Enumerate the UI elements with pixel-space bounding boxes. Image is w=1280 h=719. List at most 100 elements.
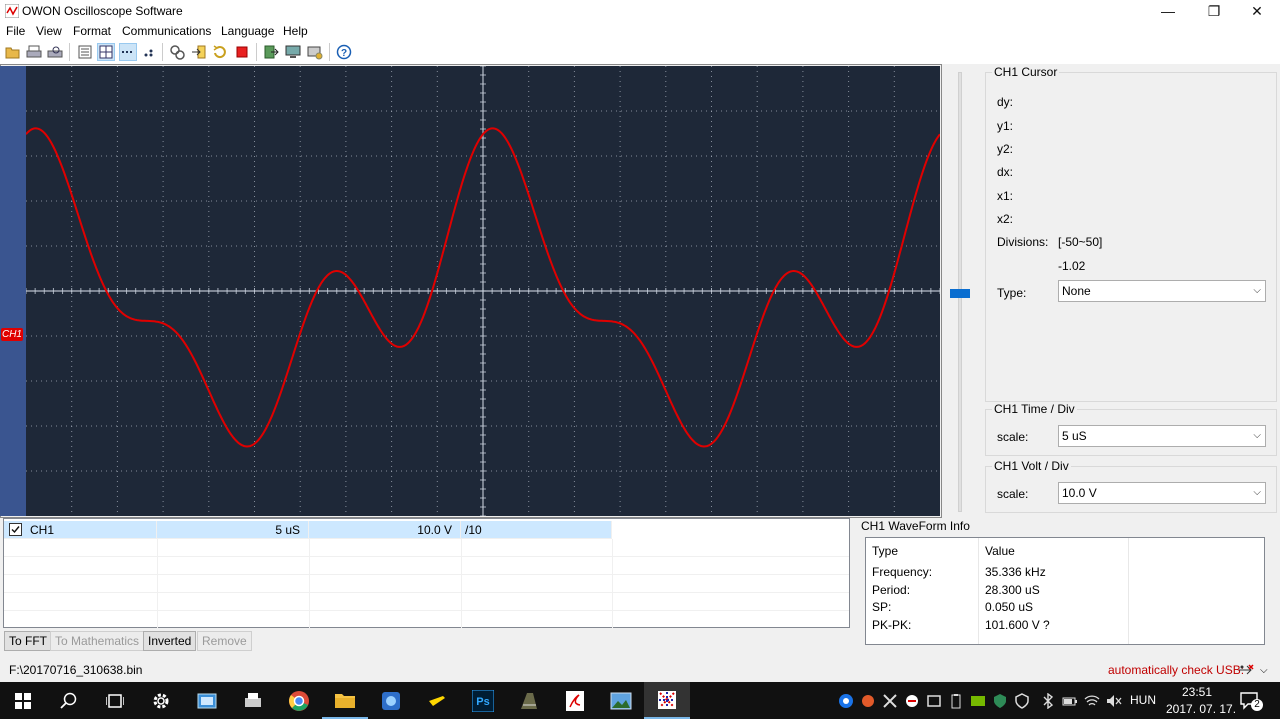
start-windows-icon[interactable] [0,682,46,719]
printer-app-icon[interactable] [230,682,276,719]
x1-label: x1: [997,189,1014,203]
tray-app-icon[interactable] [882,693,898,709]
pkpk-value: 101.600 V ? [985,618,1050,632]
input-language[interactable]: HUN [1130,693,1156,707]
maximize-button[interactable]: ❐ [1191,0,1237,22]
divisions-label: Divisions: [997,235,1049,249]
tray-app-icon[interactable] [904,693,920,709]
grid-icon[interactable] [97,43,115,61]
pen-app-icon[interactable] [414,682,460,719]
divisions-range: [-50~50] [1058,235,1103,249]
channel-offset-bar[interactable] [0,66,26,516]
usb-icon[interactable] [1238,663,1254,680]
menu-file[interactable]: File [6,24,25,38]
close-button[interactable]: ✕ [1234,0,1280,22]
tray-app-icon[interactable] [860,693,876,709]
waveform-info-table: Type Value Frequency: 35.336 kHz Period:… [865,537,1265,645]
time-scale-value: 5 uS [1062,429,1087,443]
time-scale-select[interactable]: 5 uS ⌵ [1058,425,1266,447]
wifi-icon[interactable] [1084,693,1100,709]
clock-time[interactable]: 23:51 [1182,685,1212,699]
table-row [4,557,849,575]
time-scale-label: scale: [997,430,1029,444]
svg-text:?: ? [341,48,347,59]
clock-date[interactable]: 2017. 07. 17. [1166,702,1236,716]
export-icon[interactable] [190,43,208,61]
inverted-button[interactable]: Inverted [143,631,197,651]
cursor-panel-title: CH1 Cursor [992,65,1060,79]
owon-app-icon[interactable] [644,682,690,719]
file-explorer-icon[interactable] [322,682,368,719]
oscilloscope-display[interactable] [25,65,941,517]
ch1-marker[interactable]: CH1 [1,328,23,341]
volt-scale-value: 10.0 V [1062,486,1097,500]
dotted-line-icon[interactable] [119,43,137,61]
ch1-checkbox[interactable] [9,521,29,539]
refresh-icon[interactable] [211,43,229,61]
device-settings-icon[interactable] [306,43,324,61]
app-icon[interactable] [368,682,414,719]
bluetooth-icon[interactable] [1040,693,1056,709]
list-icon[interactable] [76,43,94,61]
notification-count: 2 [1251,699,1263,711]
table-row[interactable]: CH1 5 uS 10.0 V /10 [4,521,612,539]
table-row [4,575,849,593]
sp-value: 0.050 uS [985,600,1034,614]
channel-probe-cell: /10 [461,521,612,539]
minimize-button[interactable]: — [1145,0,1191,22]
frequency-value: 35.336 kHz [985,565,1046,579]
help-icon[interactable]: ? [335,43,353,61]
wf-type-header: Type [872,544,899,558]
to-mathematics-button[interactable]: To Mathematics [50,631,145,651]
print-icon[interactable] [25,43,43,61]
menu-format[interactable]: Format [73,24,111,38]
task-view-icon[interactable] [92,682,138,719]
dy-label: dy: [997,95,1014,109]
dots-icon[interactable] [140,43,158,61]
notification-icon[interactable]: 2 [1240,690,1263,712]
speaker-muted-icon[interactable] [1106,693,1122,709]
video-app-icon[interactable] [506,682,552,719]
to-fft-button[interactable]: To FFT [4,631,52,651]
wf-row-label: SP: [872,600,892,614]
security-icon[interactable] [1014,693,1030,709]
chevron-down-icon: ⌵ [1253,487,1261,498]
chrome-icon[interactable] [276,682,322,719]
divisions-value: -1.02 [1058,259,1086,273]
y1-label: y1: [997,119,1014,133]
chevron-down-icon[interactable]: ⌵ [1260,665,1268,676]
nvidia-icon[interactable] [970,693,986,709]
connect-icon[interactable] [168,43,186,61]
print-preview-icon[interactable] [46,43,64,61]
menu-view[interactable]: View [36,24,62,38]
search-icon[interactable] [46,682,92,719]
download-icon[interactable] [262,43,280,61]
stop-icon[interactable] [233,43,251,61]
pdf-icon[interactable] [552,682,598,719]
channel-table: CH1 5 uS 10.0 V /10 [3,518,850,629]
settings-gear-icon[interactable] [138,682,184,719]
browser-tray-icon[interactable] [838,693,854,709]
table-row [4,611,849,629]
channel-name-cell: CH1 [30,521,157,539]
battery-icon[interactable] [948,693,964,709]
photoshop-icon[interactable]: Ps [460,682,506,719]
usb-status: automatically check USB: [1108,663,1245,677]
wf-row-label: Frequency: [872,565,933,579]
shield-icon[interactable] [992,693,1008,709]
cursor-type-select[interactable]: None ⌵ [1058,280,1266,302]
menu-communications[interactable]: Communications [122,24,211,38]
remove-button[interactable]: Remove [197,631,252,651]
power-icon[interactable] [1062,693,1078,709]
menu-help[interactable]: Help [283,24,308,38]
image-viewer-icon[interactable] [598,682,644,719]
volt-div-panel: CH1 Volt / Div scale: 10.0 V ⌵ [985,459,1277,513]
wf-value-header: Value [985,544,1015,558]
monitor-icon[interactable] [284,43,302,61]
open-folder-icon[interactable] [4,43,22,61]
network-window-icon[interactable] [184,682,230,719]
menu-language[interactable]: Language [221,24,274,38]
vertical-slider-thumb[interactable] [950,289,970,298]
volt-scale-select[interactable]: 10.0 V ⌵ [1058,482,1266,504]
tray-app-icon[interactable] [926,693,942,709]
